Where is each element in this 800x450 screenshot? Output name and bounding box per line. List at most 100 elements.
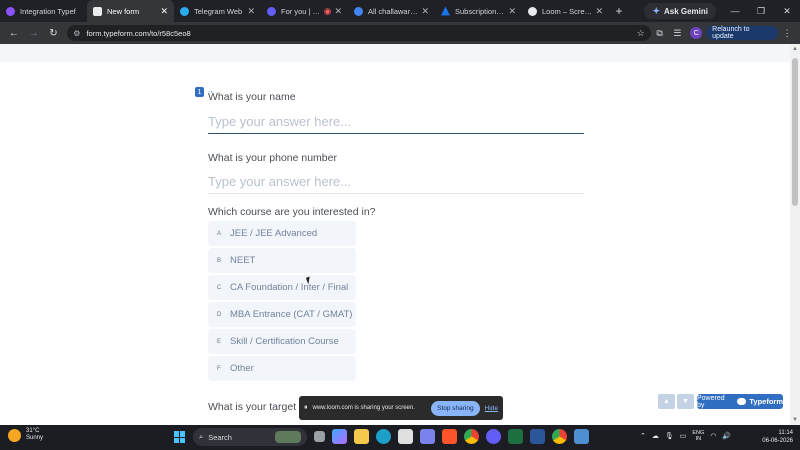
- search-highlight-image: [275, 431, 301, 443]
- choice-other[interactable]: F Other: [208, 356, 356, 381]
- taskbar-search-box[interactable]: ⌕ Search: [193, 428, 307, 446]
- battery-icon[interactable]: ▭: [680, 432, 687, 440]
- cloud-icon[interactable]: ☁: [652, 432, 659, 440]
- profile-avatar[interactable]: C: [690, 27, 703, 39]
- close-tab-icon[interactable]: ✕: [595, 6, 603, 17]
- chrome-icon[interactable]: [464, 429, 479, 444]
- chevron-up-icon[interactable]: ⌃: [640, 432, 646, 440]
- tab-loom-for-you[interactable]: For you | Loom ◉ ✕: [261, 0, 348, 22]
- powered-by-typeform-button[interactable]: Powered by Typeform: [697, 394, 783, 409]
- gemini-sparkle-icon: ✦: [652, 5, 660, 16]
- file-explorer-icon[interactable]: [354, 429, 369, 444]
- forward-arrow-icon[interactable]: →: [24, 23, 44, 43]
- tab-subscription-details[interactable]: Subscription deta ✕: [435, 0, 522, 22]
- region-code: IN: [695, 436, 702, 442]
- choice-key: C: [217, 284, 222, 291]
- page-scrollbar[interactable]: ▲ ▼: [790, 44, 800, 425]
- choice-label: NEET: [230, 255, 256, 266]
- weather-condition-text: Sunny: [26, 435, 44, 441]
- bookmark-star-icon[interactable]: ☆: [637, 28, 645, 39]
- clock-date: 06-06-2026: [762, 438, 793, 444]
- choice-label: MBA Entrance (CAT / GMAT): [230, 309, 353, 320]
- new-tab-button[interactable]: +: [609, 0, 629, 22]
- question-target-label: What is your target: [208, 401, 297, 413]
- menu-kebab-icon[interactable]: ⋮: [778, 24, 796, 42]
- choice-mba[interactable]: D MBA Entrance (CAT / GMAT): [208, 302, 356, 327]
- name-answer-input[interactable]: [208, 110, 584, 134]
- previous-question-icon[interactable]: ▲: [658, 394, 675, 409]
- close-window-icon[interactable]: ✕: [774, 0, 800, 22]
- task-view-icon[interactable]: [314, 431, 325, 442]
- choice-neet[interactable]: B NEET: [208, 248, 356, 273]
- question-number-badge: 1: [195, 87, 204, 97]
- search-label: Search: [208, 432, 232, 442]
- windows-start-icon[interactable]: [174, 431, 186, 443]
- weather-widget[interactable]: 31°C Sunny: [8, 428, 43, 442]
- excel-icon[interactable]: [508, 429, 523, 444]
- tab-new-form[interactable]: New form ✕: [87, 0, 174, 22]
- scrollbar-thumb[interactable]: [792, 58, 798, 206]
- tab-label: Integration Typef: [20, 6, 76, 16]
- close-tab-icon[interactable]: ✕: [160, 6, 168, 17]
- brave-icon[interactable]: [442, 429, 457, 444]
- teams-icon[interactable]: [420, 429, 435, 444]
- word-icon[interactable]: [530, 429, 545, 444]
- reload-icon[interactable]: ↻: [44, 23, 64, 43]
- minimize-icon[interactable]: —: [722, 0, 748, 22]
- choice-key: B: [217, 257, 222, 264]
- next-question-icon[interactable]: ▼: [677, 394, 694, 409]
- ask-gemini-label: Ask Gemini: [663, 6, 708, 16]
- close-tab-icon[interactable]: ✕: [334, 6, 342, 17]
- store-icon[interactable]: [398, 429, 413, 444]
- stop-sharing-button[interactable]: Stop sharing: [431, 400, 480, 416]
- phone-answer-input[interactable]: [208, 170, 584, 194]
- taskbar-clock[interactable]: 11:14 06-06-2026: [755, 429, 793, 445]
- hide-share-bar-link[interactable]: Hide: [485, 405, 498, 412]
- ask-gemini-button[interactable]: ✦ Ask Gemini: [644, 3, 716, 19]
- scroll-down-icon[interactable]: ▼: [792, 417, 798, 423]
- choice-skill[interactable]: E Skill / Certification Course: [208, 329, 356, 354]
- tab-loom-screen-recorder[interactable]: Loom – Screen Re ✕: [522, 0, 609, 22]
- choice-label: CA Foundation / Inter / Final: [230, 282, 349, 293]
- language-indicator[interactable]: ENG IN: [692, 430, 704, 442]
- tab-integration-typeform[interactable]: Integration Typef: [0, 0, 87, 22]
- page-header-band: [0, 44, 790, 62]
- loom-app-icon[interactable]: [486, 429, 501, 444]
- snipping-tool-icon[interactable]: [574, 429, 589, 444]
- cast-icon[interactable]: ⧉: [651, 24, 669, 42]
- wifi-icon[interactable]: ◠: [710, 432, 716, 440]
- edge-icon[interactable]: [376, 429, 391, 444]
- screen-share-bar: ⏸ www.loom.com is sharing your screen. S…: [299, 396, 503, 420]
- browser-toolbar: ← → ↻ ⚙ form.typeform.com/to/r58c5eo8 ☆ …: [0, 22, 800, 44]
- back-arrow-icon[interactable]: ←: [4, 23, 24, 43]
- drag-handle-icon[interactable]: ⏸: [304, 404, 308, 412]
- tab-label: Telegram Web: [194, 6, 243, 16]
- tab-telegram-web[interactable]: Telegram Web ✕: [174, 0, 261, 22]
- volume-icon[interactable]: 🔊: [722, 432, 731, 440]
- chrome-profile-icon[interactable]: [552, 429, 567, 444]
- scroll-up-icon[interactable]: ▲: [792, 46, 798, 52]
- close-tab-icon[interactable]: ✕: [508, 6, 516, 17]
- close-tab-icon[interactable]: ✕: [421, 6, 429, 17]
- temperature-text: 31°C: [26, 428, 40, 434]
- extensions-icon[interactable]: ☰: [669, 24, 687, 42]
- globe-favicon-icon: [528, 6, 537, 16]
- site-info-icon[interactable]: ⚙: [73, 29, 80, 38]
- system-tray: ⌃ ☁ 🎙 ▭ ENG IN ◠ 🔊: [640, 430, 731, 442]
- address-bar[interactable]: ⚙ form.typeform.com/to/r58c5eo8 ☆: [67, 25, 651, 41]
- copilot-icon[interactable]: [332, 429, 347, 444]
- telegram-favicon-icon: [180, 6, 189, 16]
- choice-jee[interactable]: A JEE / JEE Advanced: [208, 221, 356, 246]
- powered-by-label: Powered by: [697, 394, 725, 409]
- tab-all-challawar[interactable]: All challawar22 | ✕: [348, 0, 435, 22]
- restore-window-icon[interactable]: ❐: [748, 0, 774, 22]
- course-choice-list: A JEE / JEE Advanced B NEET C CA Foundat…: [208, 221, 356, 383]
- typeform-favicon-icon: [93, 6, 102, 16]
- choice-key: A: [217, 230, 222, 237]
- microphone-icon[interactable]: 🎙: [665, 432, 674, 440]
- choice-ca[interactable]: C CA Foundation / Inter / Final: [208, 275, 356, 300]
- relaunch-to-update-button[interactable]: Relaunch to update: [706, 26, 779, 40]
- tab-label: For you | Loom: [281, 6, 321, 16]
- choice-label: Skill / Certification Course: [230, 336, 339, 347]
- close-tab-icon[interactable]: ✕: [247, 6, 255, 17]
